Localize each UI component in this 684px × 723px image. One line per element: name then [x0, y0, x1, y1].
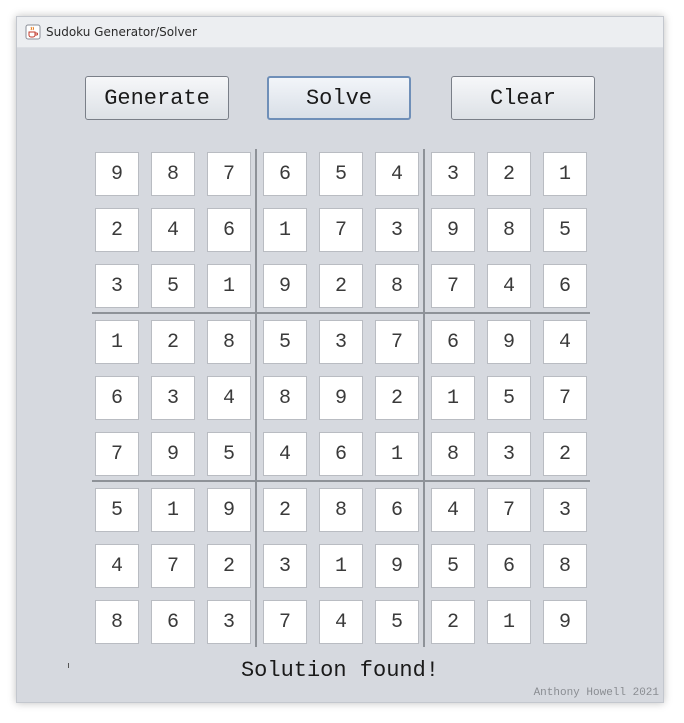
sudoku-cell[interactable]: 2: [151, 320, 195, 364]
sudoku-cell[interactable]: 9: [263, 264, 307, 308]
sudoku-cell[interactable]: 9: [95, 152, 139, 196]
sudoku-cell[interactable]: 9: [431, 208, 475, 252]
sudoku-cell[interactable]: 7: [375, 320, 419, 364]
sudoku-cell[interactable]: 2: [543, 432, 587, 476]
sudoku-cell[interactable]: 3: [375, 208, 419, 252]
sudoku-cell[interactable]: 8: [95, 600, 139, 644]
sudoku-cell[interactable]: 4: [543, 320, 587, 364]
sudoku-cell[interactable]: 4: [319, 600, 363, 644]
sudoku-cell[interactable]: 8: [487, 208, 531, 252]
sudoku-cell[interactable]: 6: [263, 152, 307, 196]
sudoku-grid: 9876543212461739853519287461285376946348…: [92, 149, 590, 647]
sudoku-cell[interactable]: 4: [431, 488, 475, 532]
status-message: Solution found!: [240, 658, 440, 683]
sudoku-cell[interactable]: 7: [543, 376, 587, 420]
sudoku-cell[interactable]: 7: [487, 488, 531, 532]
sudoku-cell[interactable]: 7: [95, 432, 139, 476]
sudoku-cell[interactable]: 1: [207, 264, 251, 308]
sudoku-cell[interactable]: 9: [207, 488, 251, 532]
sudoku-cell[interactable]: 7: [431, 264, 475, 308]
sudoku-cell[interactable]: 8: [431, 432, 475, 476]
block-divider-horizontal: [92, 480, 590, 482]
sudoku-cell[interactable]: 4: [263, 432, 307, 476]
sudoku-cell[interactable]: 5: [543, 208, 587, 252]
sudoku-cell[interactable]: 6: [151, 600, 195, 644]
sudoku-cell[interactable]: 6: [543, 264, 587, 308]
sudoku-cell[interactable]: 1: [95, 320, 139, 364]
sudoku-cell[interactable]: 7: [319, 208, 363, 252]
solve-button[interactable]: Solve: [267, 76, 411, 120]
sudoku-cell[interactable]: 4: [207, 376, 251, 420]
sudoku-cell[interactable]: 6: [95, 376, 139, 420]
sudoku-cell[interactable]: 7: [263, 600, 307, 644]
sudoku-cell[interactable]: 6: [207, 208, 251, 252]
sudoku-cell[interactable]: 4: [95, 544, 139, 588]
sudoku-cell[interactable]: 5: [263, 320, 307, 364]
sudoku-cell[interactable]: 8: [319, 488, 363, 532]
sudoku-cell[interactable]: 9: [151, 432, 195, 476]
sudoku-cell[interactable]: 1: [319, 544, 363, 588]
sudoku-cell[interactable]: 3: [207, 600, 251, 644]
sudoku-cell[interactable]: 8: [375, 264, 419, 308]
sudoku-cell[interactable]: 5: [487, 376, 531, 420]
sudoku-cell[interactable]: 5: [95, 488, 139, 532]
sudoku-cell[interactable]: 6: [375, 488, 419, 532]
credit-text: Anthony Howell 2021: [533, 687, 659, 699]
sudoku-cell[interactable]: 9: [543, 600, 587, 644]
sudoku-cell[interactable]: 7: [207, 152, 251, 196]
generate-button[interactable]: Generate: [85, 76, 229, 120]
sudoku-cell[interactable]: 4: [151, 208, 195, 252]
clear-button[interactable]: Clear: [451, 76, 595, 120]
sudoku-cell[interactable]: 2: [263, 488, 307, 532]
sudoku-cell[interactable]: 1: [543, 152, 587, 196]
sudoku-cell[interactable]: 2: [95, 208, 139, 252]
sudoku-cell[interactable]: 8: [207, 320, 251, 364]
sudoku-cell[interactable]: 2: [319, 264, 363, 308]
block-divider-vertical: [255, 149, 257, 647]
sudoku-cell[interactable]: 1: [375, 432, 419, 476]
sudoku-cell[interactable]: 5: [207, 432, 251, 476]
sudoku-cell[interactable]: 3: [431, 152, 475, 196]
sudoku-cell[interactable]: 3: [487, 432, 531, 476]
sudoku-cell[interactable]: 8: [263, 376, 307, 420]
block-divider-horizontal: [92, 312, 590, 314]
java-cup-icon: [25, 24, 41, 40]
block-divider-vertical: [423, 149, 425, 647]
sudoku-cell[interactable]: 5: [151, 264, 195, 308]
app-window: Sudoku Generator/Solver Generate Solve C…: [16, 16, 664, 703]
sudoku-cell[interactable]: 1: [263, 208, 307, 252]
sudoku-cell[interactable]: 4: [487, 264, 531, 308]
sudoku-cell[interactable]: 3: [543, 488, 587, 532]
sudoku-cell[interactable]: 2: [487, 152, 531, 196]
sudoku-cell[interactable]: 3: [319, 320, 363, 364]
sudoku-cell[interactable]: 7: [151, 544, 195, 588]
sudoku-cell[interactable]: 6: [319, 432, 363, 476]
title-bar: Sudoku Generator/Solver: [17, 17, 663, 48]
sudoku-cell[interactable]: 1: [151, 488, 195, 532]
sudoku-cell[interactable]: 8: [543, 544, 587, 588]
sudoku-cell[interactable]: 1: [487, 600, 531, 644]
sudoku-cell[interactable]: 5: [431, 544, 475, 588]
sudoku-cell[interactable]: 9: [319, 376, 363, 420]
sudoku-cell[interactable]: 3: [151, 376, 195, 420]
sudoku-cell[interactable]: 3: [95, 264, 139, 308]
sudoku-cell[interactable]: 1: [431, 376, 475, 420]
sudoku-cell[interactable]: 6: [431, 320, 475, 364]
sudoku-cell[interactable]: 5: [319, 152, 363, 196]
sudoku-cell[interactable]: 8: [151, 152, 195, 196]
sudoku-cell[interactable]: 2: [375, 376, 419, 420]
sudoku-cell[interactable]: 5: [375, 600, 419, 644]
sudoku-cell[interactable]: 9: [375, 544, 419, 588]
window-title: Sudoku Generator/Solver: [46, 25, 197, 39]
sudoku-cell[interactable]: 9: [487, 320, 531, 364]
sudoku-cell[interactable]: 4: [375, 152, 419, 196]
sudoku-cell[interactable]: 6: [487, 544, 531, 588]
sudoku-cell[interactable]: 3: [263, 544, 307, 588]
sudoku-cell[interactable]: 2: [431, 600, 475, 644]
sudoku-cell[interactable]: 2: [207, 544, 251, 588]
